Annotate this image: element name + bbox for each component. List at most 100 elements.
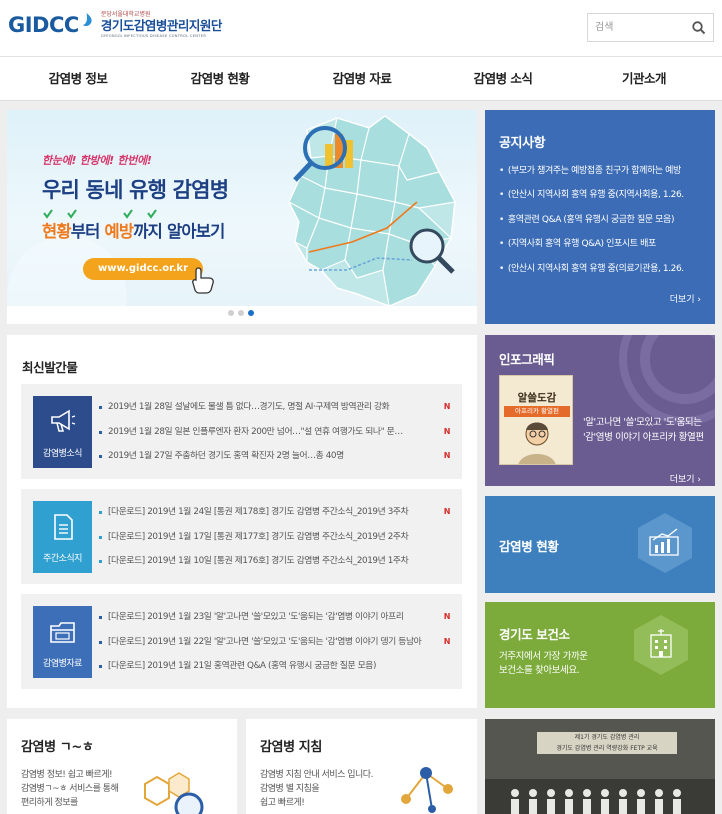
health-center-desc-line: 보건소를 찾아보세요. (499, 665, 580, 676)
banner-url-pill[interactable]: www.gidcc.or.kr (83, 258, 203, 280)
nav-about[interactable]: 기관소개 (579, 57, 709, 101)
new-badge: N (443, 612, 451, 621)
publication-category-news[interactable]: 감염병소식 (33, 396, 92, 468)
banner-dot-active[interactable] (248, 310, 254, 316)
nav-news[interactable]: 감염병 소식 (438, 57, 568, 101)
publication-group-materials: 감염병자료 [다운로드] 2019년 1월 23일 '알'고나면 '쓸'모있고 … (21, 594, 462, 689)
logo-mark-icon (82, 12, 92, 26)
character-illustration (518, 422, 556, 464)
publication-item-text: 2019년 1월 27일 주춤하던 경기도 홍역 확진자 2명 늘어…총 40명 (108, 451, 344, 461)
banner-dot[interactable] (228, 310, 234, 316)
disease-status-panel[interactable]: 감염병 현황 (485, 496, 715, 593)
new-badge: N (443, 451, 451, 460)
search-box (587, 13, 714, 42)
banner-subtitle: 현황부터 예방까지 알아보기 (42, 218, 225, 242)
notice-list: (부모가 챙겨주는 예방접종 친구가 함께하는 예방 (안산시 지역사회 홍역 … (499, 163, 705, 285)
publication-category-weekly[interactable]: 주간소식지 (33, 501, 92, 573)
publication-item[interactable]: 2019년 1월 27일 주춤하던 경기도 홍역 확진자 2명 늘어…총 40명… (99, 444, 454, 469)
main-banner[interactable]: 한눈에! 한방에! 한번에! 우리 동네 유행 감염병 현황부터 예방까지 알아… (7, 110, 477, 324)
banner-slide[interactable]: 한눈에! 한방에! 한번에! 우리 동네 유행 감염병 현황부터 예방까지 알아… (7, 110, 477, 306)
search-icon[interactable] (691, 20, 707, 36)
org-en: GYEONGGI INFECTIOUS DISEASE CONTROL CENT… (100, 33, 207, 38)
notice-item[interactable]: (안산시 지역사회 홍역 유행 중(의료기관용, 1.26. (499, 261, 705, 285)
search-input[interactable] (588, 14, 684, 41)
folder-icon (50, 622, 75, 643)
event-photo[interactable]: 제1기 경기도 감염병 관리 경기도 감염병 관리 역량강화 FETP 교육 (485, 719, 715, 814)
building-icon (650, 629, 672, 658)
card-desc: 감염병 지침 안내 서비스 입니다. 감염병 별 지침을 쉽고 빠르게! (260, 768, 390, 810)
publication-item[interactable]: 2019년 1월 28일 일본 인플루엔자 환자 200만 넘어…"설 연휴 여… (99, 420, 454, 445)
notice-item[interactable]: (지역사회 홍역 유행 Q&A) 인포시트 배포 (499, 236, 705, 260)
org-name: 경기도감염병관리지원단 (100, 18, 223, 33)
banner-sub-end: 까지 알아보기 (133, 222, 225, 241)
notice-panel: 공지사항 (부모가 챙겨주는 예방접종 친구가 함께하는 예방 (안산시 지역사… (485, 110, 715, 324)
nav-materials[interactable]: 감염병 자료 (297, 57, 427, 101)
thumb-title: 알쓸도감 (517, 392, 557, 404)
photo-event-banner: 제1기 경기도 감염병 관리 경기도 감염병 관리 역량강화 FETP 교육 (537, 732, 677, 754)
banner-dot[interactable] (238, 310, 244, 316)
nav-info[interactable]: 감염병 정보 (13, 57, 143, 101)
publication-item-text: [다운로드] 2019년 1월 21일 홍역관련 Q&A (홍역 유행시 궁금한… (108, 661, 377, 671)
publication-item[interactable]: [다운로드] 2019년 1월 17일 [통권 제177호] 경기도 감염병 주… (99, 525, 454, 550)
card-desc: 감염병 정보! 쉽고 빠르게! 감염병ㄱ~ㅎ 서비스를 통해 편리하게 정보를 (21, 768, 133, 810)
new-badge: N (443, 507, 451, 516)
publication-category-materials[interactable]: 감염병자료 (33, 606, 92, 678)
notice-title: 공지사항 (499, 136, 546, 151)
new-badge: N (443, 402, 451, 411)
infographic-more-link[interactable]: 더보기 › (670, 472, 701, 485)
notice-item[interactable]: 홍역관련 Q&A (홍역 유행시 궁금한 질문 모음) (499, 212, 705, 236)
card-desc-line: 쉽고 빠르게! (260, 798, 305, 808)
banner-sub-mid: 부터 (70, 222, 105, 241)
infographic-thumbnail[interactable]: 알쓸도감 아프리카 황열편 (499, 375, 573, 465)
publication-item-text: [다운로드] 2019년 1월 24일 [통권 제178호] 경기도 감염병 주… (108, 507, 409, 517)
photo-banner-line: 제1기 경기도 감염병 관리 (574, 734, 640, 741)
infographic-desc[interactable]: '알'고나면 '쓸'모있고 '도'움되는 '감'염병 이야기 아프리카 황열편 (583, 415, 707, 445)
molecule-illustration (401, 767, 453, 813)
org-name-block: 분당서울대학교병원 경기도감염병관리지원단 GYEONGGI INFECTIOU… (100, 12, 223, 38)
category-label: 감염병소식 (43, 449, 82, 459)
card-desc-line: 감염병 지침 안내 서비스 입니다. (260, 770, 373, 780)
banner-hl-prevention: 예방 (104, 222, 134, 241)
publication-item-text: 2019년 1월 28일 일본 인플루엔자 환자 200만 넘어…"설 연휴 여… (108, 426, 403, 437)
pointer-hand-icon (192, 267, 214, 294)
publication-item[interactable]: [다운로드] 2019년 1월 24일 [통권 제178호] 경기도 감염병 주… (99, 500, 454, 525)
notice-more-link[interactable]: 더보기 › (670, 292, 701, 305)
banner-hl-status: 현황 (42, 222, 72, 241)
notice-item[interactable]: (부모가 챙겨주는 예방접종 친구가 함께하는 예방 (499, 163, 705, 187)
thumb-subtitle: 아프리카 황열편 (504, 406, 570, 417)
publication-item[interactable]: [다운로드] 2019년 1월 22일 '알'고나면 '쓸'모있고 '도'움되는… (99, 630, 454, 655)
site-logo[interactable]: GIDCC 분당서울대학교병원 경기도감염병관리지원단 GYEONGGI INF… (8, 12, 222, 38)
latest-publications: 최신발간물 감염병소식 2019년 1월 28일 설날에도 물샐 틈 없다…경기… (7, 335, 477, 708)
publications-title: 최신발간물 (22, 360, 78, 375)
card-desc-line: 감염병 정보! 쉽고 빠르게! (21, 770, 113, 780)
health-center-panel[interactable]: 경기도 보건소 거주지에서 가장 가까운 보건소를 찾아보세요. (485, 602, 715, 708)
nav-status[interactable]: 감염병 현황 (155, 57, 285, 101)
disease-guideline-card[interactable]: 감염병 지침 감염병 지침 안내 서비스 입니다. 감염병 별 지침을 쉽고 빠… (246, 719, 477, 814)
disease-dictionary-card[interactable]: 감염병 ㄱ~ㅎ 감염병 정보! 쉽고 빠르게! 감염병ㄱ~ㅎ 서비스를 통해 편… (7, 719, 237, 814)
publication-list: 2019년 1월 28일 설날에도 물샐 틈 없다…경기도, 명절 AI·구제역… (99, 395, 454, 469)
publication-item[interactable]: [다운로드] 2019년 1월 21일 홍역관련 Q&A (홍역 유행시 궁금한… (99, 654, 454, 679)
publication-group-news: 감염병소식 2019년 1월 28일 설날에도 물샐 틈 없다…경기도, 명절 … (21, 384, 462, 479)
infographic-title: 인포그래픽 (499, 352, 555, 367)
publication-item[interactable]: [다운로드] 2019년 1월 23일 '알'고나면 '쓸'모있고 '도'움되는… (99, 605, 454, 630)
banner-tagline: 한눈에! 한방에! 한번에! (42, 154, 152, 167)
megaphone-icon (51, 409, 76, 432)
publication-list: [다운로드] 2019년 1월 24일 [통권 제178호] 경기도 감염병 주… (99, 500, 454, 574)
notice-item[interactable]: (안산시 지역사회 홍역 유행 중(지역사회용, 1.26. (499, 187, 705, 211)
health-center-title: 경기도 보건소 (499, 627, 570, 642)
publication-list: [다운로드] 2019년 1월 23일 '알'고나면 '쓸'모있고 '도'움되는… (99, 605, 454, 679)
header: GIDCC 분당서울대학교병원 경기도감염병관리지원단 GYEONGGI INF… (0, 0, 722, 56)
card-title: 감염병 지침 (260, 740, 322, 755)
banner-title: 우리 동네 유행 감염병 (42, 178, 229, 202)
publication-item[interactable]: 2019년 1월 28일 설날에도 물샐 틈 없다…경기도, 명절 AI·구제역… (99, 395, 454, 420)
infographic-panel: 인포그래픽 알쓸도감 아프리카 황열편 '알'고나면 '쓸'모있고 '도'움되는… (485, 335, 715, 486)
publication-item[interactable]: [다운로드] 2019년 1월 10일 [통권 제176호] 경기도 감염병 주… (99, 549, 454, 574)
publication-item-text: [다운로드] 2019년 1월 23일 '알'고나면 '쓸'모있고 '도'움되는… (108, 612, 404, 622)
category-label: 감염병자료 (43, 659, 82, 669)
publication-item-text: 2019년 1월 28일 설날에도 물샐 틈 없다…경기도, 명절 AI·구제역… (108, 402, 390, 412)
publication-item-text: [다운로드] 2019년 1월 17일 [통권 제177호] 경기도 감염병 주… (108, 531, 409, 542)
publication-group-weekly: 주간소식지 [다운로드] 2019년 1월 24일 [통권 제178호] 경기도… (21, 489, 462, 584)
publication-item-text: [다운로드] 2019년 1월 10일 [통권 제176호] 경기도 감염병 주… (108, 556, 409, 566)
new-badge: N (443, 426, 451, 436)
card-desc-line: 감염병ㄱ~ㅎ 서비스를 통해 (21, 784, 119, 794)
